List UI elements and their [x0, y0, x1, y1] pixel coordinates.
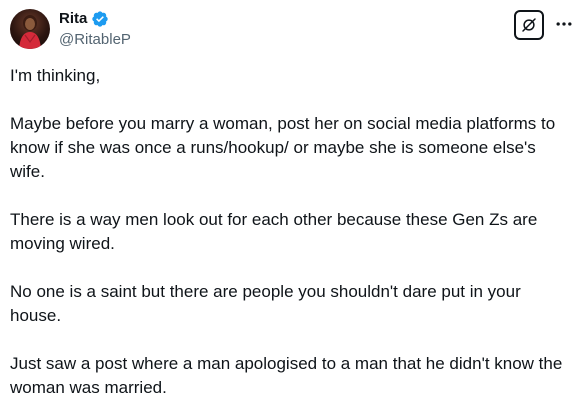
- tweet-paragraph: Maybe before you marry a woman, post her…: [10, 114, 556, 181]
- user-info: Rita @RitableP: [59, 9, 131, 50]
- tweet-text: I'm thinking, Maybe before you marry a w…: [10, 64, 575, 400]
- tweet-paragraph: No one is a saint but there are people y…: [10, 282, 521, 325]
- grok-icon: [522, 18, 536, 32]
- tweet-paragraph: There is a way men look out for each oth…: [10, 210, 538, 253]
- name-row: Rita: [59, 9, 131, 29]
- more-horizontal-icon: [556, 22, 572, 26]
- verified-badge-icon: [91, 10, 109, 28]
- display-name[interactable]: Rita: [59, 9, 87, 29]
- more-options-button[interactable]: [552, 12, 576, 36]
- tweet-paragraph: Just saw a post where a man apologised t…: [10, 354, 563, 397]
- tweet-header: Rita @RitableP: [0, 0, 580, 60]
- profile-photo-icon: [19, 15, 41, 49]
- avatar[interactable]: [10, 9, 50, 49]
- grok-button[interactable]: [514, 10, 544, 40]
- user-handle[interactable]: @RitableP: [59, 30, 131, 50]
- tweet-paragraph: I'm thinking,: [10, 66, 101, 85]
